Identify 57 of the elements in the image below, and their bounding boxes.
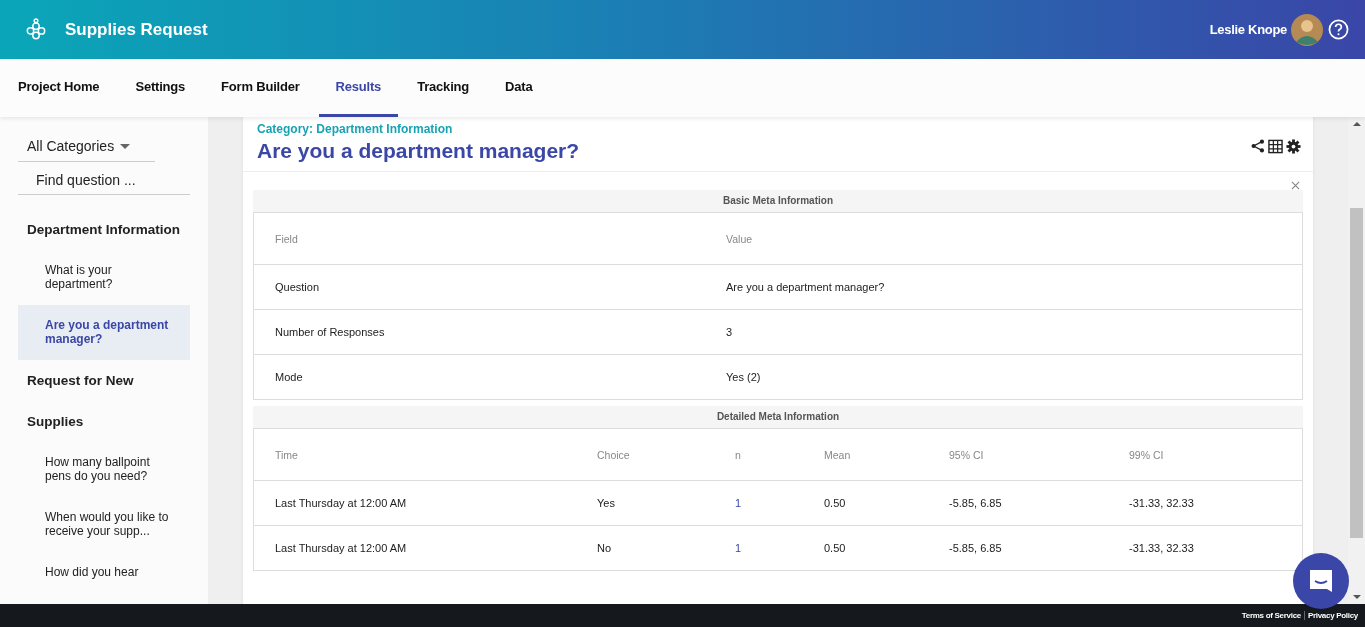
table-cell-text: Last Thursday at 12:00 AM xyxy=(274,497,408,509)
nav-tab[interactable]: Project Home xyxy=(18,59,100,117)
column-header: Choice xyxy=(596,448,631,461)
category-dropdown[interactable]: All Categories xyxy=(18,132,155,162)
close-icon[interactable] xyxy=(1291,181,1300,190)
nav-tab[interactable]: Form Builder xyxy=(221,59,300,117)
help-icon[interactable] xyxy=(1328,19,1349,40)
section-header: Detailed Meta Information xyxy=(253,406,1303,428)
question-item[interactable]: Are you a department manager? xyxy=(18,305,190,360)
category-heading[interactable]: Request for New xyxy=(18,360,190,401)
table-cell-text: 3 xyxy=(725,326,734,338)
nav-tab[interactable]: Data xyxy=(505,59,533,117)
question-item[interactable]: How did you hear xyxy=(18,552,190,593)
section-header: Basic Meta Information xyxy=(253,190,1303,212)
table-cell-text: -31.33, 32.33 xyxy=(1128,497,1195,509)
table-cell-text: -31.33, 32.33 xyxy=(1128,542,1195,554)
column-header: Field xyxy=(274,232,299,245)
table-cell-text: Last Thursday at 12:00 AM xyxy=(274,542,408,554)
column-header: Value xyxy=(725,232,754,245)
category-label: Category: Department Information xyxy=(257,122,454,136)
column-header: 99% CI xyxy=(1128,448,1165,461)
settings-icon[interactable] xyxy=(1286,139,1301,154)
table-cell-text: Are you a department manager? xyxy=(725,281,886,293)
table-cell-text: Yes xyxy=(596,497,616,509)
table-cell-text: Question xyxy=(274,281,321,293)
table-cell-text: -5.85, 6.85 xyxy=(948,542,1003,554)
table-cell-text: 1 xyxy=(734,542,743,554)
column-header: n xyxy=(734,448,742,461)
user-name[interactable]: Leslie Knope xyxy=(1209,22,1287,37)
app-title: Supplies Request xyxy=(65,19,208,40)
column-header: Mean xyxy=(823,448,852,461)
table-cell-text: 0.50 xyxy=(823,542,847,554)
question-item[interactable]: When would you like to receive your supp... xyxy=(18,497,190,552)
question-title: Are you a department manager? xyxy=(257,139,581,163)
search-field[interactable]: Find question ... xyxy=(18,162,190,195)
table-cell-text: 0.50 xyxy=(823,497,847,509)
question-item[interactable]: What is your department? xyxy=(18,250,190,305)
share-icon[interactable] xyxy=(1251,139,1265,153)
footer-link[interactable]: Privacy Policy xyxy=(1307,611,1358,620)
category-heading[interactable]: Department Information xyxy=(18,209,190,250)
table-cell-text: Number of Responses xyxy=(274,326,386,338)
column-header: 95% CI xyxy=(948,448,985,461)
caret-icon xyxy=(120,143,131,149)
nav-tab[interactable]: Settings xyxy=(135,59,186,117)
nav-tab[interactable]: Tracking xyxy=(417,59,470,117)
footer-link[interactable]: Terms of Service xyxy=(1241,611,1301,620)
question-item[interactable]: How many ballpoint pens do you need? xyxy=(18,442,190,497)
table-icon[interactable] xyxy=(1268,139,1283,154)
logo-icon xyxy=(25,17,47,42)
table-cell-text: 1 xyxy=(734,497,743,509)
table-cell-text: Mode xyxy=(274,371,304,383)
category-heading[interactable]: Supplies xyxy=(18,401,190,442)
table-cell-text: -5.85, 6.85 xyxy=(948,497,1003,509)
table-cell-text: No xyxy=(596,542,613,554)
avatar-icon[interactable] xyxy=(1291,13,1323,46)
table-cell-text: Yes (2) xyxy=(725,371,762,383)
column-header: Time xyxy=(274,448,299,461)
